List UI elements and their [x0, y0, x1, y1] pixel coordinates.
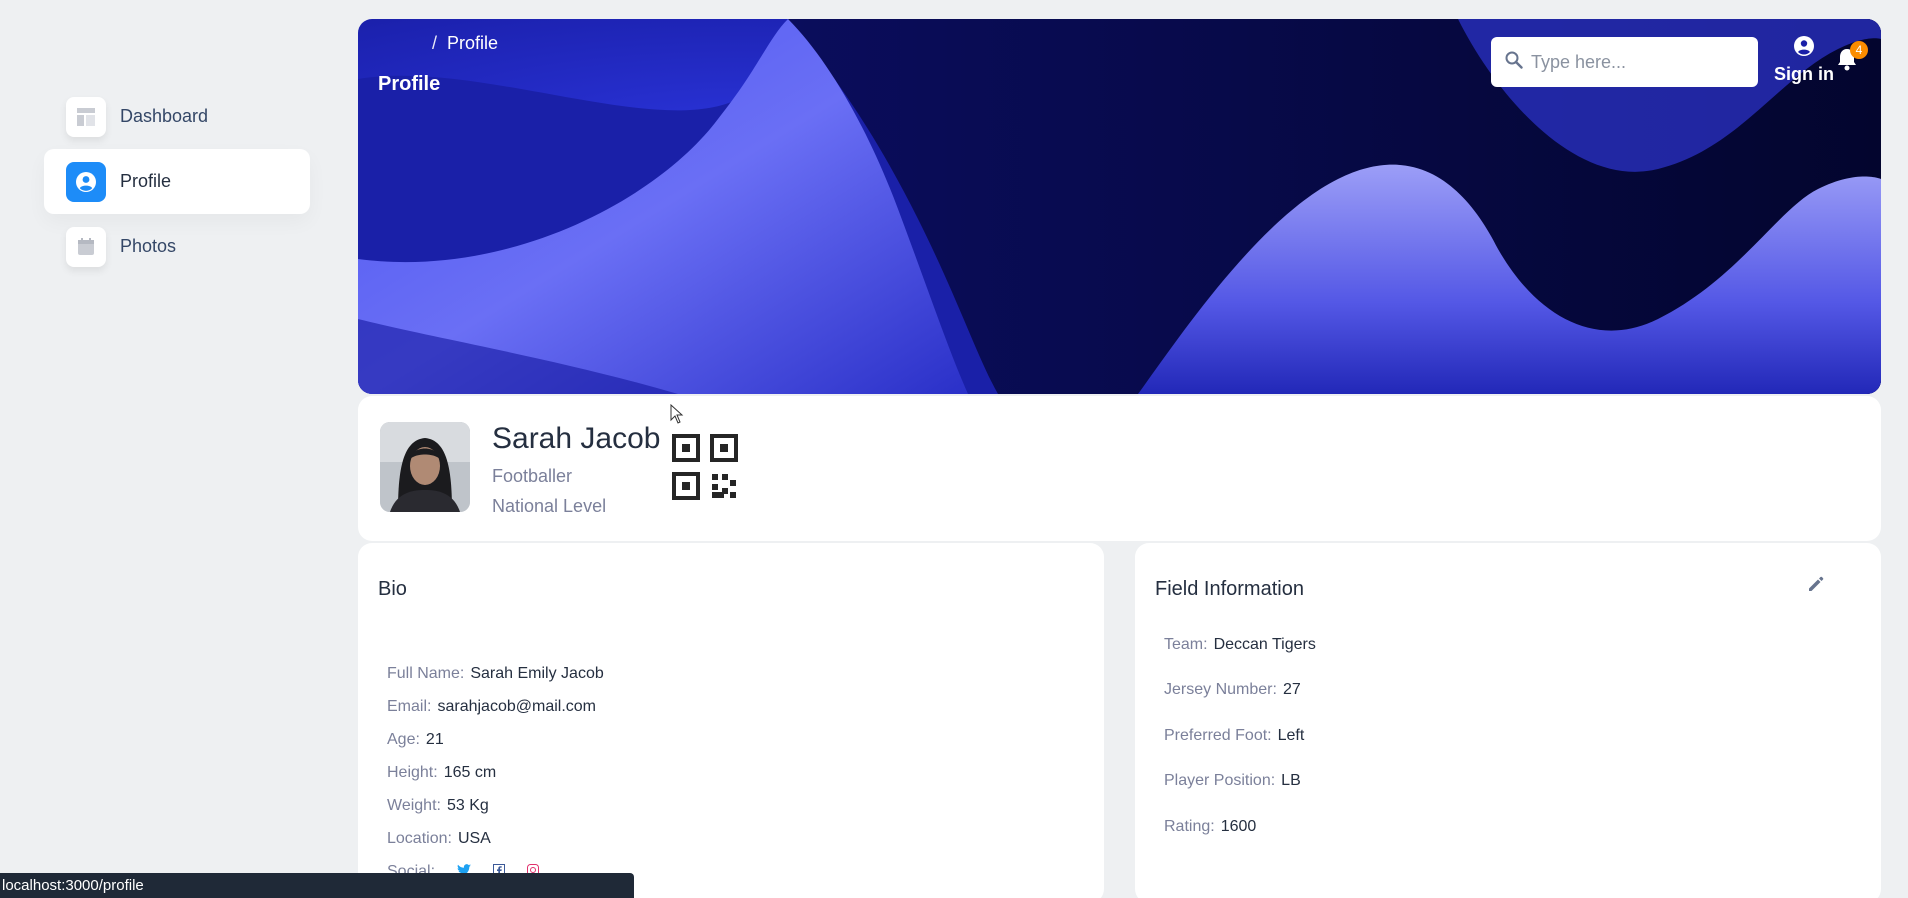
sidebar-item-label: Dashboard [120, 106, 209, 126]
field-team: Team: Deccan Tigers [1164, 636, 1316, 653]
bio-email: Email: sarahjacob@mail.com [387, 698, 596, 715]
bio-title: Bio [378, 578, 407, 600]
bio-weight: Weight: 53 Kg [387, 797, 489, 814]
field-label: Rating [1164, 818, 1211, 835]
field-value: Left [1277, 727, 1305, 744]
field-value: 27 [1282, 681, 1301, 698]
bio-location: Location: USA [387, 830, 491, 847]
field-value: USA [457, 830, 491, 847]
bio-card: Bio Full Name: Sarah Emily Jacob Email: sa… [358, 543, 1104, 898]
profile-name: Sarah Jacob [492, 422, 661, 455]
avatar [380, 422, 470, 512]
search-icon [1505, 51, 1523, 74]
field-value: Sarah Emily Jacob [470, 665, 604, 682]
bio-age: Age: 21 [387, 731, 444, 748]
notification-badge: 4 [1850, 41, 1868, 59]
sign-in-button[interactable]: Sign in [1774, 35, 1834, 85]
search-input[interactable] [1531, 51, 1731, 73]
qr-code-icon[interactable] [672, 434, 738, 505]
account-circle-icon [1793, 36, 1815, 61]
field-label: Email [387, 698, 428, 715]
field-player-position: Player Position: LB [1164, 772, 1301, 789]
field-value: 165 cm [443, 764, 497, 781]
field-label: Weight [387, 797, 437, 814]
bio-height: Height: 165 cm [387, 764, 497, 781]
calendar-icon [66, 226, 106, 267]
field-value: LB [1281, 772, 1301, 789]
field-label: Player Position [1164, 772, 1271, 789]
sidebar: Dashboard Profile Photos [44, 84, 310, 279]
sign-in-label: Sign in [1774, 64, 1834, 84]
breadcrumb-current[interactable]: Profile [447, 33, 498, 53]
page-title: Profile [378, 73, 441, 95]
field-label: Height [387, 764, 434, 781]
field-jersey-number: Jersey Number: 27 [1164, 681, 1301, 698]
field-value: 53 Kg [446, 797, 489, 814]
sidebar-item-label: Profile [120, 171, 172, 191]
sidebar-item-profile[interactable]: Profile [44, 149, 310, 214]
field-value: 21 [425, 731, 444, 748]
field-label: Age [387, 731, 416, 748]
sidebar-item-dashboard[interactable]: Dashboard [44, 84, 310, 149]
sidebar-item-label: Photos [120, 236, 177, 256]
field-label: Jersey Number [1164, 681, 1273, 698]
profile-level: National Level [492, 496, 607, 516]
profile-summary-card: Sarah Jacob Footballer National Level [358, 396, 1881, 541]
field-value: Deccan Tigers [1213, 636, 1316, 653]
field-label: Preferred Foot [1164, 727, 1268, 744]
field-information-card: Field Information Team: Deccan Tigers Jer… [1135, 543, 1881, 898]
field-information-title: Field Information [1155, 578, 1304, 600]
field-value: sarahjacob@mail.com [437, 698, 596, 715]
edit-pencil-icon[interactable] [1807, 575, 1825, 598]
field-value: 1600 [1220, 818, 1257, 835]
field-preferred-foot: Preferred Foot: Left [1164, 727, 1305, 744]
field-label: Full Name [387, 665, 460, 682]
field-label: Location [387, 830, 448, 847]
dashboard-icon [66, 96, 106, 137]
user-circle-icon [66, 161, 106, 202]
search-box[interactable] [1491, 37, 1758, 87]
breadcrumb: / Profile [432, 33, 498, 54]
sidebar-item-photos[interactable]: Photos [44, 214, 310, 279]
mouse-cursor-icon [670, 403, 684, 429]
browser-status-bar: localhost:3000/profile [0, 873, 634, 898]
profile-banner: / Profile Profile Sign in 4 [358, 19, 1881, 394]
breadcrumb-separator: / [432, 33, 438, 53]
field-rating: Rating: 1600 [1164, 818, 1257, 835]
profile-role: Footballer [492, 466, 573, 486]
field-label: Team [1164, 636, 1204, 653]
bio-full-name: Full Name: Sarah Emily Jacob [387, 665, 604, 682]
